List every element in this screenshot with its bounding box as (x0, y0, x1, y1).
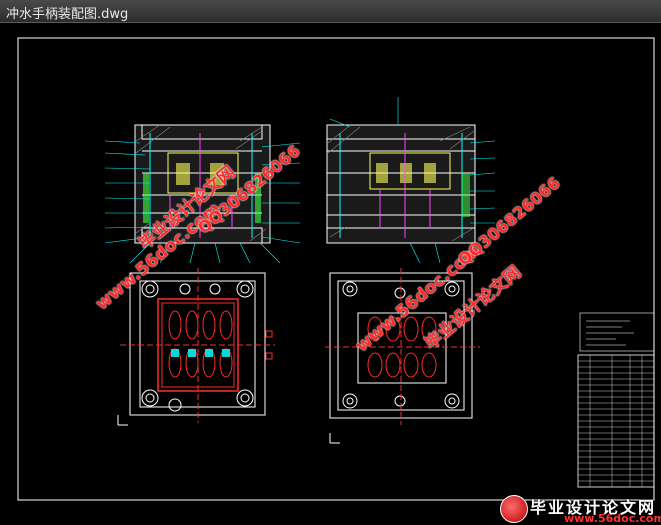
bottom-right-plan-view (325, 268, 480, 444)
footer-site: www.56doc.com (564, 512, 661, 525)
bottom-left-plan-view (117, 268, 275, 426)
drawing-frame (17, 37, 655, 501)
window-title: 冲水手柄装配图.dwg (6, 7, 129, 22)
window-titlebar: 冲水手柄装配图.dwg (0, 0, 661, 23)
logo-badge-icon (500, 495, 528, 523)
cad-drawing (17, 37, 655, 501)
top-right-section-view (326, 97, 496, 264)
footer-logo: 毕业设计论文网 www.56doc.com (498, 493, 661, 525)
drawing-canvas[interactable]: www.56doc.com 毕业设计论文网 QQ306826066 www.56… (0, 23, 661, 525)
title-block (577, 312, 655, 488)
